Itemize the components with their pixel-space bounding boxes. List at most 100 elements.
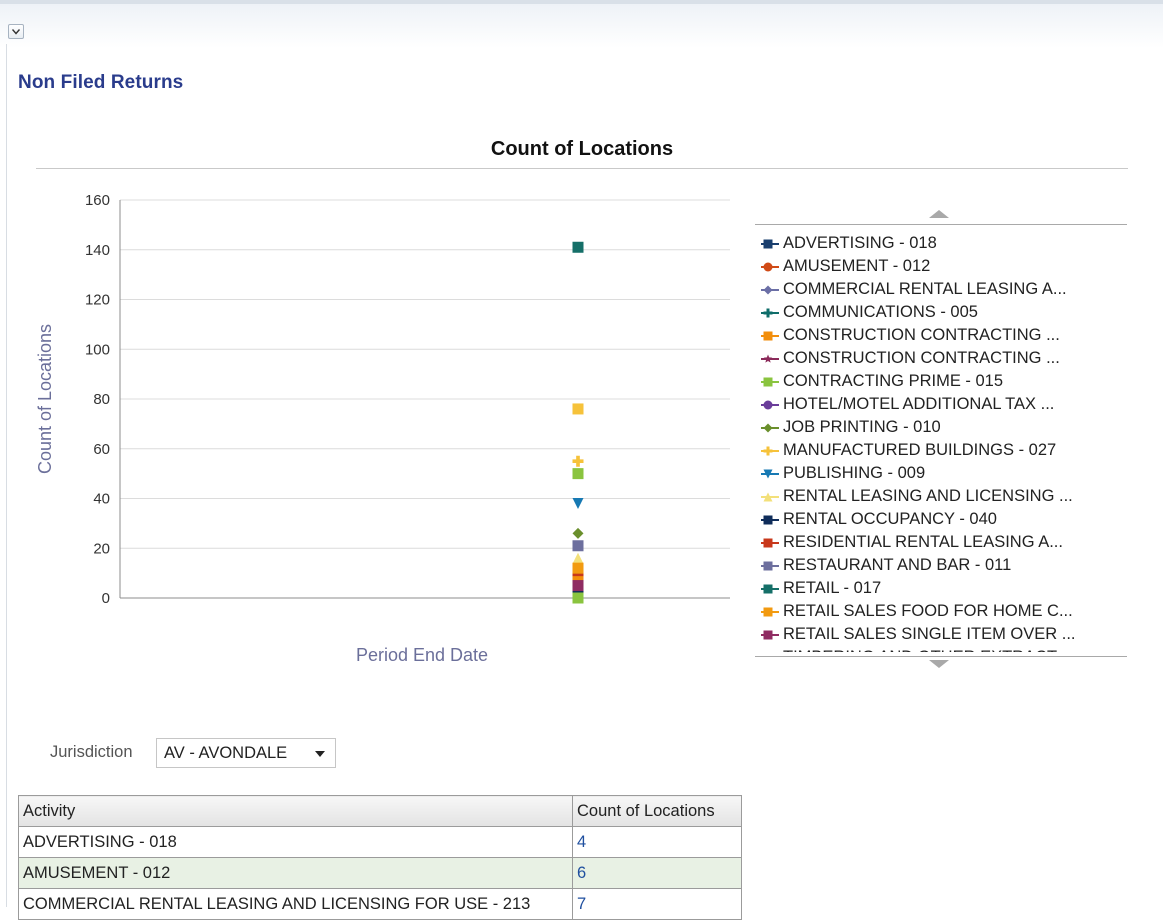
chart-title-divider: [36, 168, 1128, 169]
legend-item-label: RETAIL SALES FOOD FOR HOME C...: [783, 602, 1073, 620]
chart-legend: ADVERTISING - 018 AMUSEMENT - 012 COMMERCI…: [755, 208, 1127, 668]
legend-item[interactable]: RESIDENTIAL RENTAL LEASING A...: [761, 531, 1121, 554]
legend-marker-icon: [761, 584, 779, 594]
legend-marker-icon: [761, 651, 779, 652]
legend-item-label: RESIDENTIAL RENTAL LEASING A...: [783, 533, 1063, 551]
legend-item-label: CONSTRUCTION CONTRACTING ...: [783, 349, 1060, 367]
legend-marker-icon: [761, 630, 779, 640]
table-row: ADVERTISING - 018 4: [18, 826, 742, 858]
legend-list[interactable]: ADVERTISING - 018 AMUSEMENT - 012 COMMERCI…: [761, 232, 1121, 652]
data-point[interactable]: [572, 592, 584, 604]
legend-item[interactable]: RETAIL - 017: [761, 577, 1121, 600]
legend-item-label: RESTAURANT AND BAR - 011: [783, 556, 1012, 574]
page-title: Non Filed Returns: [18, 72, 184, 93]
collapse-toggle-button[interactable]: [8, 24, 24, 39]
legend-item-label: TIMBERING AND OTHER EXTRACT...: [783, 648, 1069, 652]
legend-item-label: RETAIL SALES SINGLE ITEM OVER ...: [783, 625, 1076, 643]
count-link[interactable]: 6: [572, 857, 742, 889]
data-point[interactable]: [572, 241, 584, 253]
table-header-row: Activity Count of Locations: [18, 795, 742, 827]
legend-marker-icon: [761, 262, 779, 272]
legend-item[interactable]: RENTAL OCCUPANCY - 040: [761, 508, 1121, 531]
jurisdiction-selected-value: AV - AVONDALE: [164, 744, 288, 762]
activity-cell: ADVERTISING - 018: [18, 826, 573, 858]
legend-item-label: HOTEL/MOTEL ADDITIONAL TAX ...: [783, 395, 1055, 413]
data-point[interactable]: [572, 552, 584, 564]
legend-item[interactable]: CONSTRUCTION CONTRACTING ...: [761, 347, 1121, 370]
chart-title: Count of Locations: [490, 138, 674, 160]
legend-item-label: COMMUNICATIONS - 005: [783, 303, 978, 321]
legend-item[interactable]: RETAIL SALES SINGLE ITEM OVER ...: [761, 623, 1121, 646]
legend-item[interactable]: MANUFACTURED BUILDINGS - 027: [761, 439, 1121, 462]
count-link[interactable]: 4: [572, 826, 742, 858]
activity-table: Activity Count of Locations ADVERTISING …: [18, 795, 742, 920]
legend-item[interactable]: RENTAL LEASING AND LICENSING ...: [761, 485, 1121, 508]
legend-item-label: RENTAL OCCUPANCY - 040: [783, 510, 997, 528]
column-header-activity[interactable]: Activity: [18, 795, 573, 827]
chart-gridlines: [120, 199, 730, 549]
legend-item[interactable]: CONSTRUCTION CONTRACTING ...: [761, 324, 1121, 347]
legend-marker-icon: [761, 285, 779, 295]
y-tick-label: 60: [93, 441, 110, 458]
legend-item[interactable]: COMMERCIAL RENTAL LEASING A...: [761, 278, 1121, 301]
legend-marker-icon: [761, 446, 779, 456]
top-toolbar: [0, 0, 1163, 48]
legend-marker-icon: [761, 354, 779, 363]
legend-divider-bottom: [755, 656, 1127, 657]
legend-item[interactable]: PUBLISHING - 009: [761, 462, 1121, 485]
legend-scroll-down-button[interactable]: [929, 660, 949, 668]
scatter-chart: 0 20 40 60 80 100 120 140 160 Period End Date Co…: [35, 192, 730, 665]
legend-item[interactable]: CONTRACTING PRIME - 015: [761, 370, 1121, 393]
y-axis-title: Count of Locations: [35, 324, 55, 474]
legend-marker-icon: [761, 400, 779, 410]
x-axis-title: Period End Date: [356, 645, 488, 665]
jurisdiction-label: Jurisdiction: [50, 743, 133, 761]
legend-item-label: RENTAL LEASING AND LICENSING ...: [783, 487, 1073, 505]
legend-item-label: JOB PRINTING - 010: [783, 418, 941, 436]
legend-item[interactable]: AMUSEMENT - 012: [761, 255, 1121, 278]
y-tick-label: 140: [85, 242, 110, 259]
jurisdiction-dropdown[interactable]: AV - AVONDALE: [156, 738, 336, 768]
legend-item[interactable]: TIMBERING AND OTHER EXTRACT...: [761, 646, 1121, 652]
legend-item[interactable]: HOTEL/MOTEL ADDITIONAL TAX ...: [761, 393, 1121, 416]
data-point[interactable]: [572, 540, 584, 552]
dropdown-arrow-icon: [315, 751, 325, 757]
legend-marker-icon: [761, 515, 779, 525]
legend-item-label: COMMERCIAL RENTAL LEASING A...: [783, 280, 1067, 298]
legend-item[interactable]: RETAIL SALES FOOD FOR HOME C...: [761, 600, 1121, 623]
data-point[interactable]: [572, 468, 584, 480]
y-tick-label: 0: [102, 590, 110, 607]
y-tick-label: 20: [93, 540, 110, 557]
data-point[interactable]: [572, 455, 584, 467]
chart-points: [572, 241, 584, 604]
legend-divider-top: [755, 224, 1127, 225]
chevron-down-icon: [12, 29, 20, 35]
data-point[interactable]: [572, 580, 584, 592]
table-row: AMUSEMENT - 012 6: [18, 857, 742, 889]
legend-item-label: CONSTRUCTION CONTRACTING ...: [783, 326, 1060, 344]
data-point[interactable]: [572, 403, 584, 415]
legend-item-label: RETAIL - 017: [783, 579, 882, 597]
y-tick-label: 40: [93, 491, 110, 508]
table-row: COMMERCIAL RENTAL LEASING AND LICENSING …: [18, 888, 742, 920]
legend-item[interactable]: COMMUNICATIONS - 005: [761, 301, 1121, 324]
legend-marker-icon: [761, 423, 779, 433]
activity-cell: AMUSEMENT - 012: [18, 857, 573, 889]
legend-item[interactable]: RESTAURANT AND BAR - 011: [761, 554, 1121, 577]
legend-scroll-up-button[interactable]: [929, 210, 949, 218]
legend-item-label: CONTRACTING PRIME - 015: [783, 372, 1004, 390]
column-header-count[interactable]: Count of Locations: [572, 795, 742, 827]
legend-item-label: PUBLISHING - 009: [783, 464, 926, 482]
legend-item[interactable]: JOB PRINTING - 010: [761, 416, 1121, 439]
legend-item[interactable]: ADVERTISING - 018: [761, 232, 1121, 255]
y-tick-label: 120: [85, 292, 110, 309]
legend-item-label: ADVERTISING - 018: [783, 234, 937, 252]
legend-marker-icon: [761, 561, 779, 571]
data-point[interactable]: [572, 562, 584, 574]
data-point[interactable]: [572, 527, 584, 539]
count-link[interactable]: 7: [572, 888, 742, 920]
legend-marker-icon: [761, 538, 779, 548]
legend-item-label: MANUFACTURED BUILDINGS - 027: [783, 441, 1057, 459]
data-point[interactable]: [572, 497, 584, 509]
legend-marker-icon: [761, 331, 779, 341]
